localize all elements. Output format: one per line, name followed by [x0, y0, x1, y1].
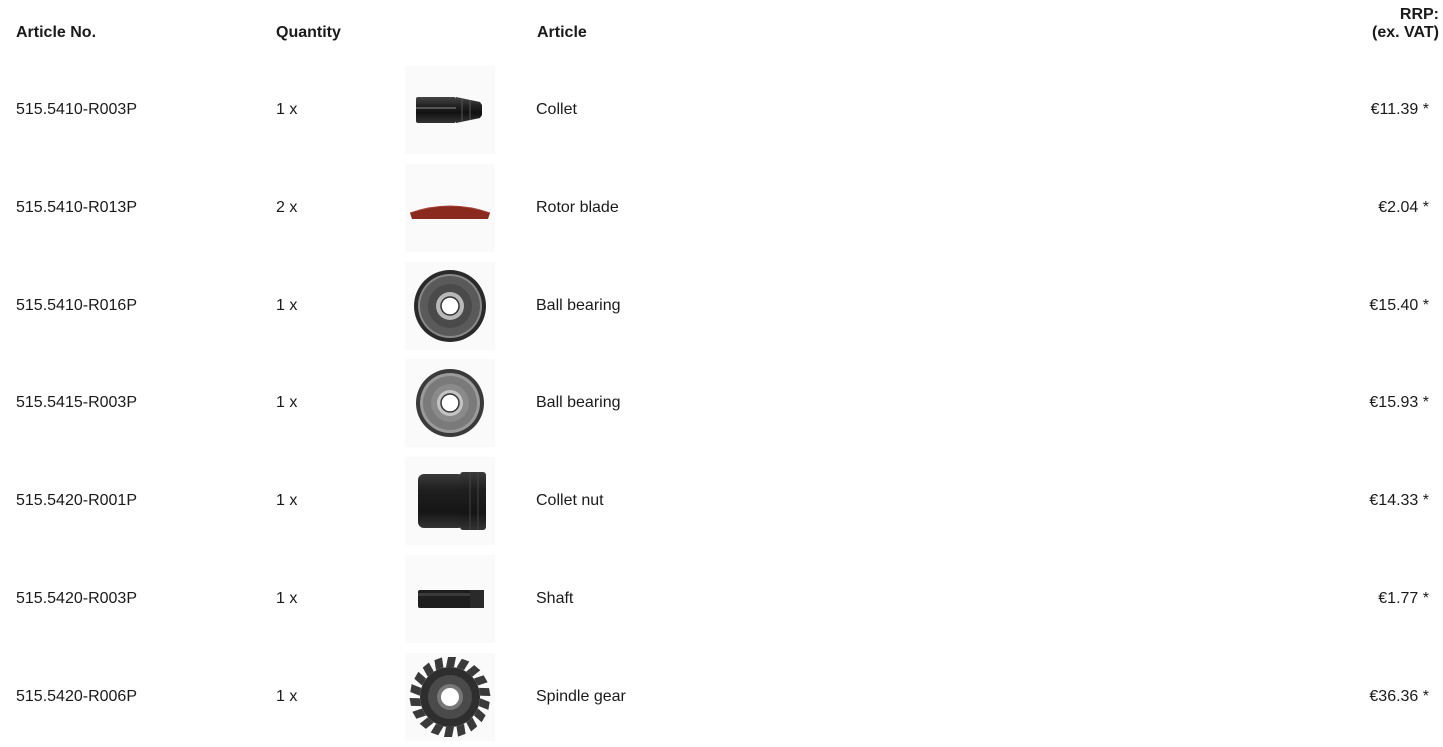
product-image[interactable]: [405, 554, 495, 643]
article-name[interactable]: Shaft: [536, 589, 573, 608]
price: €15.40 *: [1369, 296, 1429, 314]
article-name[interactable]: Ball bearing: [536, 296, 621, 315]
table-row: 515.5415-R003P 1 x Ball bearing €15.93 *: [0, 355, 1443, 453]
header-rrp-line1: RRP:: [1399, 6, 1439, 23]
price: €15.93 *: [1369, 394, 1429, 412]
product-image[interactable]: [405, 457, 495, 546]
article-number[interactable]: 515.5420-R003P: [16, 589, 137, 608]
article-number[interactable]: 515.5410-R003P: [16, 100, 137, 119]
price: €36.36 *: [1369, 687, 1429, 705]
article-number[interactable]: 515.5420-R001P: [16, 491, 137, 510]
price: €11.39 *: [1370, 101, 1429, 118]
spare-parts-table: Article No. Quantity Article RRP: (ex. V…: [0, 0, 1443, 747]
product-image[interactable]: [405, 66, 495, 154]
product-image[interactable]: [405, 652, 495, 741]
article-name[interactable]: Ball bearing: [536, 393, 621, 412]
table-row: 515.5420-R003P 1 x Shaft €1.77 *: [0, 551, 1443, 649]
table-row: 515.5420-R006P 1 x Spindle gear €36.36 *: [0, 649, 1443, 747]
product-image[interactable]: [405, 163, 495, 252]
table-header: Article No. Quantity Article RRP: (ex. V…: [0, 0, 1443, 62]
table-row: 515.5410-R013P 2 x Rotor blade €2.04 *: [0, 160, 1443, 258]
collet-icon: [416, 97, 482, 123]
article-name[interactable]: Spindle gear: [536, 687, 626, 706]
header-article-no: Article No.: [16, 24, 97, 41]
table-row: 515.5410-R016P 1 x Ball bearing €15.40 *: [0, 258, 1443, 356]
product-image[interactable]: [405, 359, 495, 448]
quantity-value: 1 x: [276, 394, 298, 412]
header-rrp: RRP: (ex. VAT): [1372, 6, 1439, 42]
article-number[interactable]: 515.5410-R013P: [16, 198, 137, 217]
quantity-value: 1 x: [276, 101, 298, 118]
quantity-value: 1 x: [276, 687, 298, 705]
header-article: Article: [537, 24, 587, 41]
article-number[interactable]: 515.5420-R006P: [16, 687, 137, 706]
product-image[interactable]: [405, 261, 495, 350]
quantity-value: 1 x: [276, 296, 298, 314]
quantity-value: 1 x: [276, 492, 298, 510]
collet-nut-icon: [418, 472, 486, 531]
shaft-icon: [418, 589, 484, 608]
header-quantity: Quantity: [276, 24, 341, 41]
article-name[interactable]: Collet: [536, 100, 577, 119]
quantity-value: 1 x: [276, 589, 298, 607]
ball-bearing-icon: [414, 269, 486, 342]
quantity-value: 2 x: [276, 198, 298, 216]
table-row: 515.5410-R003P 1 x Collet €11.39 *: [0, 62, 1443, 160]
rotor-blade-icon: [409, 205, 491, 219]
article-number[interactable]: 515.5410-R016P: [16, 296, 137, 315]
article-name[interactable]: Rotor blade: [536, 198, 619, 217]
article-number[interactable]: 515.5415-R003P: [16, 393, 137, 412]
spindle-gear-icon: [409, 656, 491, 737]
price: €1.77 *: [1378, 589, 1429, 607]
table-row: 515.5420-R001P 1 x Collet nut €14.33 *: [0, 453, 1443, 551]
ball-bearing-icon: [416, 369, 484, 438]
header-rrp-line2: (ex. VAT): [1372, 24, 1439, 41]
price: €2.04 *: [1378, 198, 1429, 216]
price: €14.33 *: [1369, 492, 1429, 510]
article-name[interactable]: Collet nut: [536, 491, 604, 510]
